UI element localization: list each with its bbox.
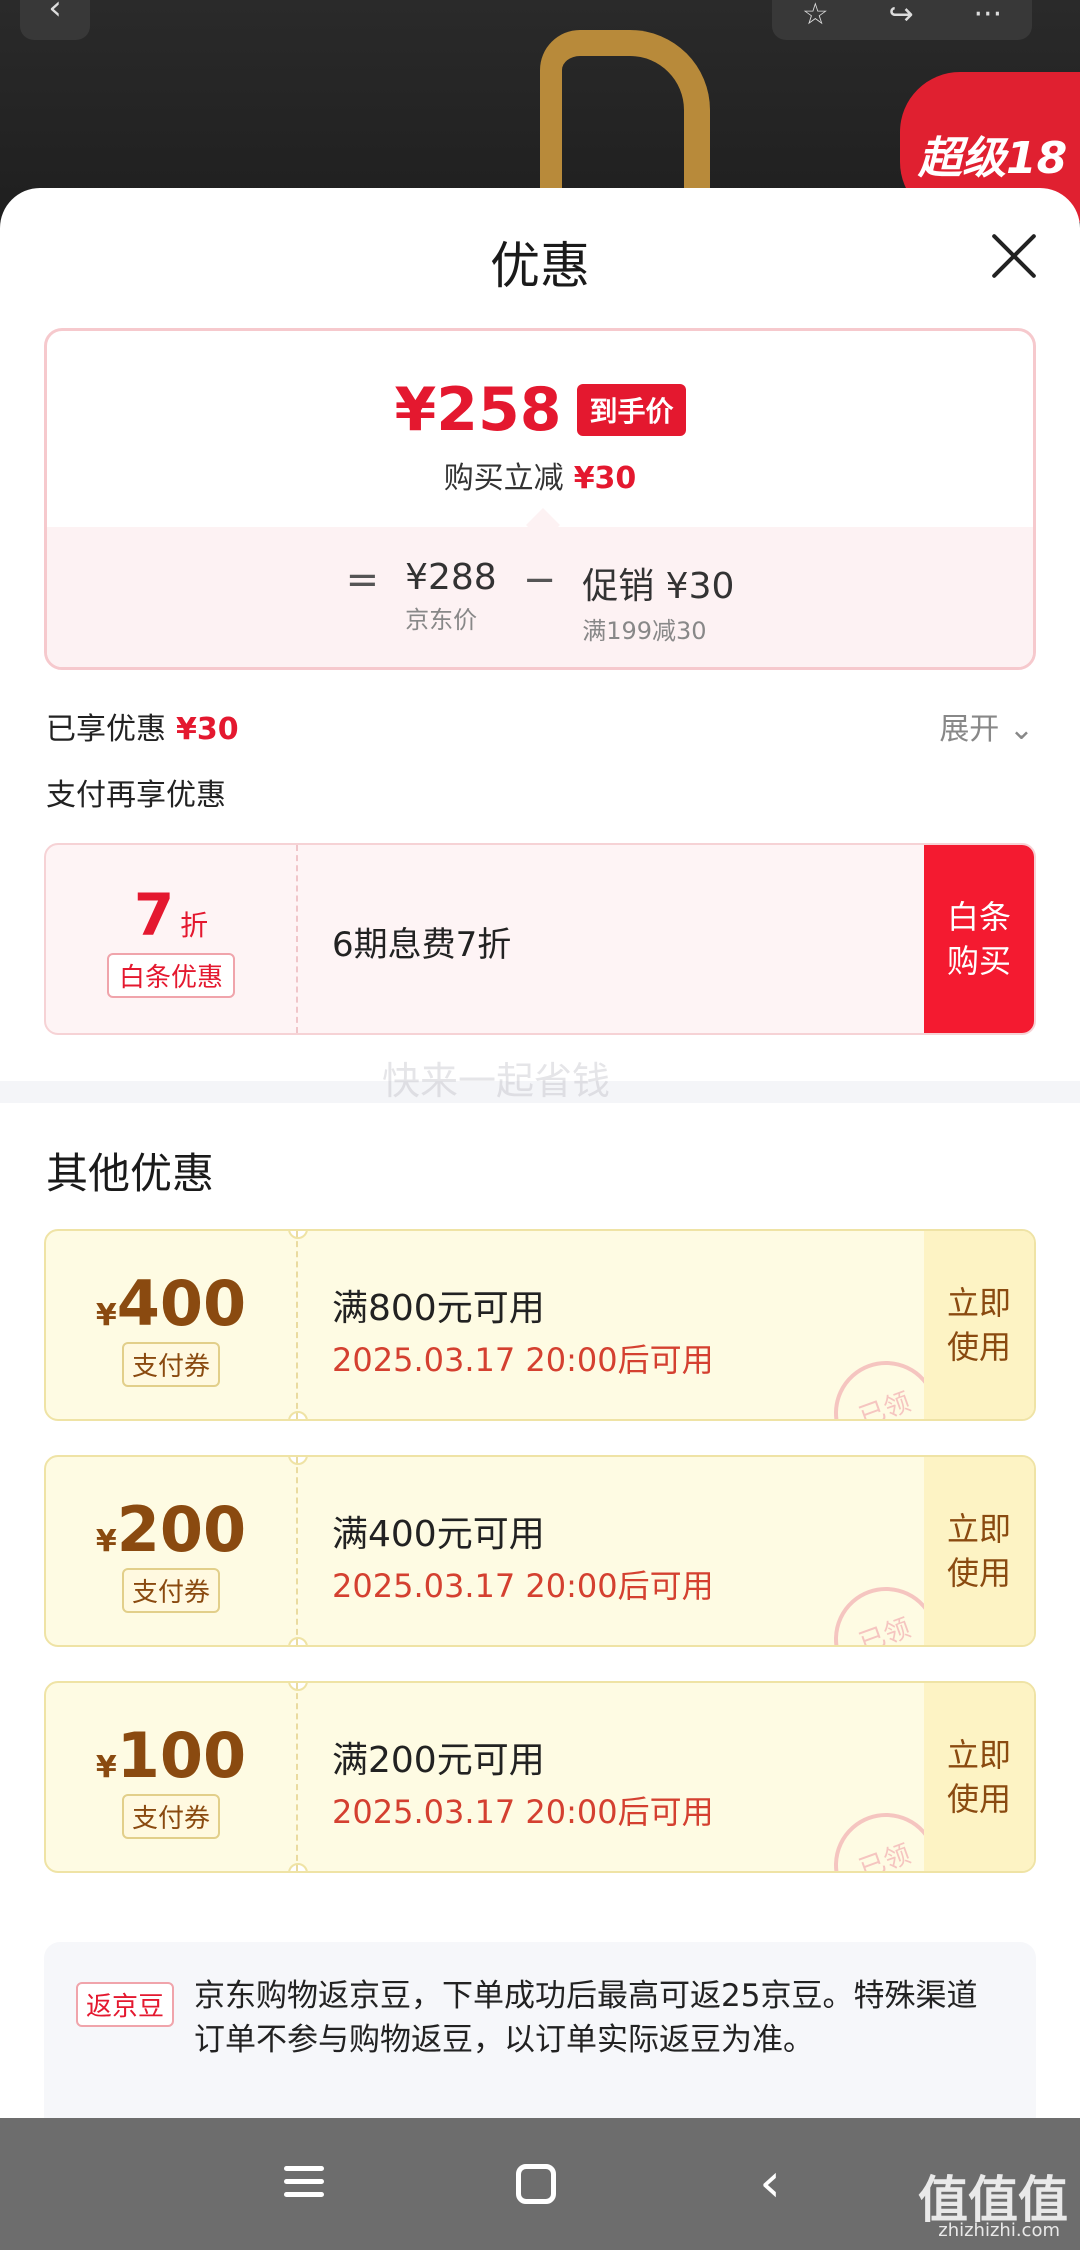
coupon-time: 2025.03.17 20:00后可用 [332, 1793, 714, 1831]
final-price-tag: 到手价 [577, 384, 686, 436]
more-icon[interactable]: ··· [974, 0, 1003, 32]
use-now-button[interactable]: 立即 使用 [924, 1457, 1034, 1645]
close-icon[interactable] [988, 230, 1040, 282]
top-action-bar: ☆ ↪ ··· [772, 0, 1032, 40]
jd-beans-info: 返京豆 京东购物返京豆，下单成功后最高可返25京豆。特殊渠道订单不参与购物返豆，… [44, 1942, 1036, 2142]
coupon-tag: 支付券 [121, 1794, 220, 1839]
chevron-down-icon: ⌄ [1008, 712, 1034, 747]
final-price: ¥258 [394, 375, 562, 445]
coupon-card[interactable]: ¥100 支付券 满200元可用 2025.03.17 20:00后可用 已领 … [44, 1681, 1036, 1873]
jd-price: ¥288 [405, 557, 497, 598]
baitiao-desc: 6期息费7折 [332, 925, 512, 965]
coupon-time: 2025.03.17 20:00后可用 [332, 1341, 714, 1379]
expand-button[interactable]: 展开 ⌄ [939, 704, 1034, 748]
baitiao-card[interactable]: 7折 白条优惠 6期息费7折 白条 购买 [44, 843, 1036, 1035]
coupon-tag: 支付券 [121, 1342, 220, 1387]
coupon-card[interactable]: ¥200 支付券 满400元可用 2025.03.17 20:00后可用 已领 … [44, 1455, 1036, 1647]
baitiao-buy-label: 白条 购买 [946, 898, 1011, 980]
recent-apps-icon[interactable] [274, 2158, 334, 2210]
other-discounts-title: 其他优惠 [46, 1149, 215, 1198]
instant-reduction-label: 购买立减 [443, 461, 564, 496]
coupon-amount: 200 [116, 1493, 247, 1566]
jd-beans-tag: 返京豆 [76, 1982, 175, 2027]
coupon-time: 2025.03.17 20:00后可用 [332, 1567, 714, 1605]
coupon-tag: 支付券 [121, 1568, 220, 1613]
sheet-title: 优惠 [490, 237, 590, 295]
coupon-card[interactable]: ¥400 支付券 满800元可用 2025.03.17 20:00后可用 已领 … [44, 1229, 1036, 1421]
jd-price-label: 京东价 [405, 606, 478, 634]
pay-again-label: 支付再享优惠 [46, 778, 226, 813]
home-icon[interactable] [506, 2158, 566, 2210]
use-now-label: 立即 使用 [946, 1510, 1011, 1592]
baitiao-tag: 白条优惠 [106, 953, 235, 998]
price-summary: ¥258 到手价 购买立减 ¥30 = ¥288 京东价 − 促销 ¥30 满19… [44, 328, 1036, 670]
use-now-label: 立即 使用 [946, 1736, 1011, 1818]
minus-sign: − [522, 557, 557, 603]
coupon-condition: 满400元可用 [332, 1514, 545, 1555]
enjoyed-discount: 已享优惠 ¥30 [46, 704, 239, 748]
back-icon[interactable]: ‹ [740, 2156, 800, 2210]
coupon-amount: 100 [116, 1719, 247, 1792]
share-icon[interactable]: ↪ [889, 0, 914, 32]
watermark: 快来一起省钱 [382, 1059, 611, 1103]
baitiao-discount: 7 [133, 881, 175, 949]
use-now-button[interactable]: 立即 使用 [924, 1683, 1034, 1871]
baitiao-discount-unit: 折 [180, 909, 209, 942]
promo-value: 促销 ¥30 [582, 566, 735, 607]
star-icon[interactable]: ☆ [802, 0, 829, 32]
baitiao-buy-button[interactable]: 白条 购买 [924, 845, 1034, 1033]
expand-label: 展开 [939, 712, 1000, 747]
promo-desc: 满199减30 [582, 617, 707, 645]
brand-url: zhizhizhi.com [938, 2220, 1060, 2241]
instant-reduction-value: ¥30 [573, 461, 637, 496]
back-arrow-icon[interactable]: ‹ [20, 0, 90, 40]
use-now-button[interactable]: 立即 使用 [924, 1231, 1034, 1419]
jd-beans-text: 京东购物返京豆，下单成功后最高可返25京豆。特殊渠道订单不参与购物返豆，以订单实… [194, 1978, 978, 2058]
price-calculation: = ¥288 京东价 − 促销 ¥30 满199减30 [47, 557, 1033, 646]
equals-sign: = [345, 557, 380, 603]
coupon-condition: 满200元可用 [332, 1740, 545, 1781]
use-now-label: 立即 使用 [946, 1284, 1011, 1366]
enjoyed-label: 已享优惠 [46, 712, 166, 747]
enjoyed-value: ¥30 [176, 712, 239, 747]
coupon-amount: 400 [116, 1267, 247, 1340]
coupon-condition: 满800元可用 [332, 1288, 545, 1329]
